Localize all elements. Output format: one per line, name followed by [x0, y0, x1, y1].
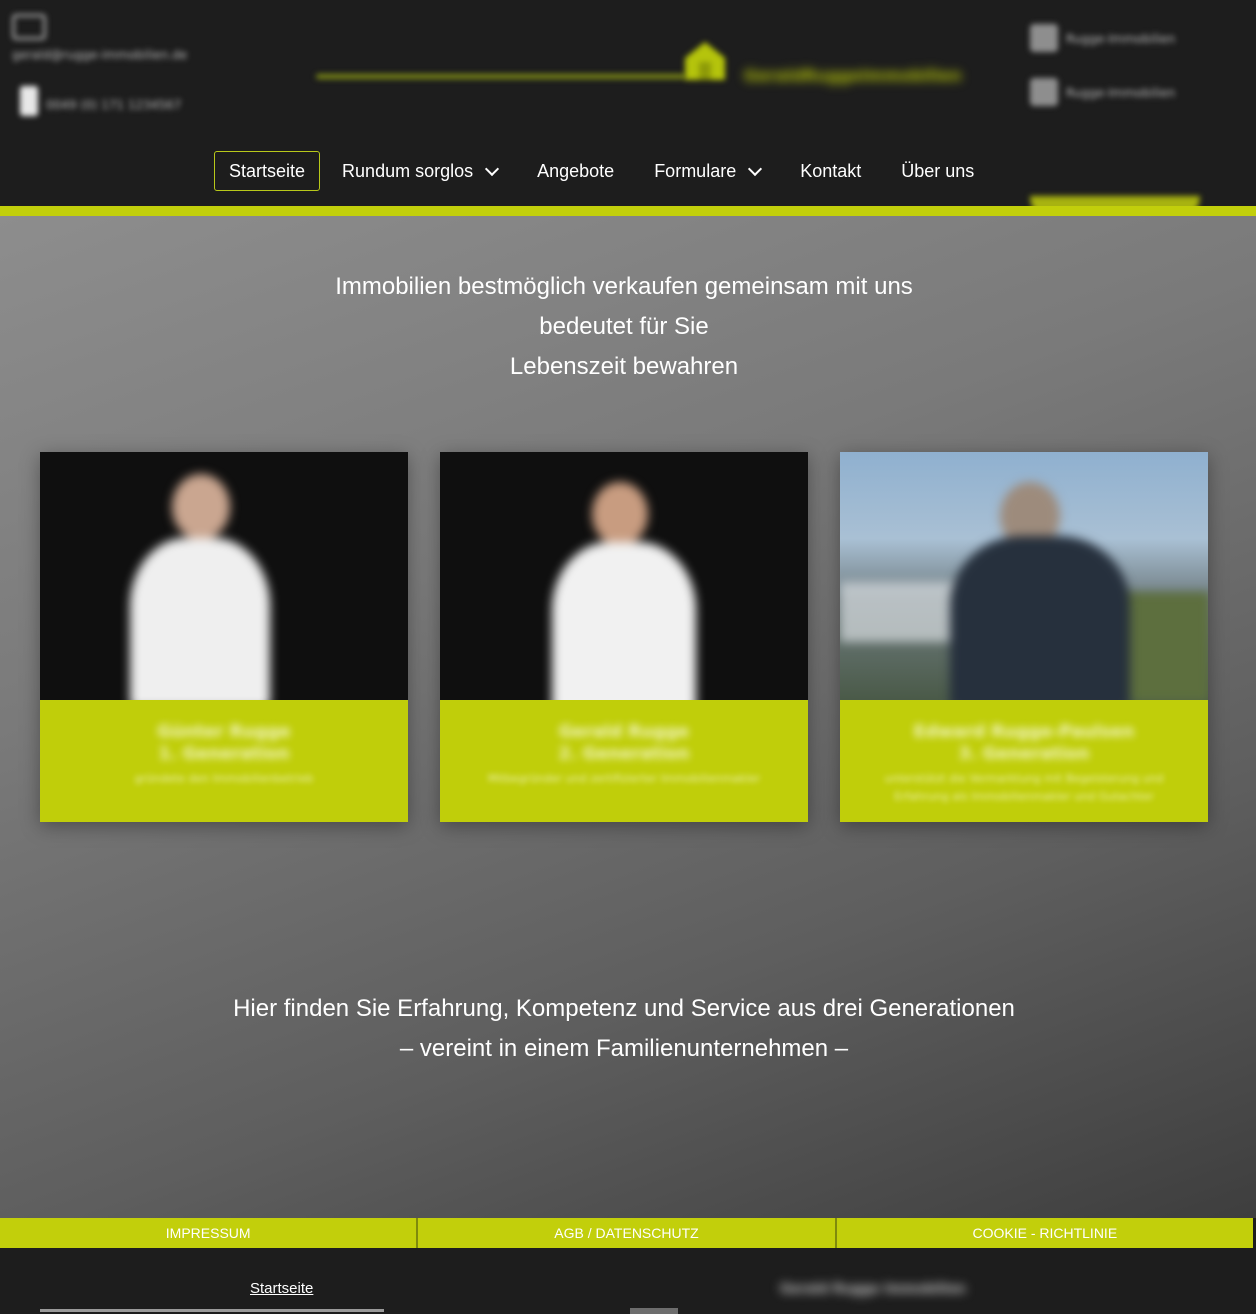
house-logo-icon[interactable]	[683, 40, 727, 82]
team-card[interactable]: Günter Rugge 1. Generation gründete den …	[40, 452, 408, 822]
team-caption: Gerald Rugge 2. Generation Mitbegründer …	[440, 700, 808, 822]
nav-label: Angebote	[537, 161, 615, 181]
footer-link-cookie-richtlinie[interactable]: COOKIE - RICHTLINIE	[837, 1218, 1253, 1248]
team-role: unterstützt die Vermarktung mit Begeiste…	[884, 772, 1164, 803]
person-figure	[930, 452, 1160, 700]
footer-decoration	[630, 1308, 678, 1314]
logo-text[interactable]: GeraldRuggeImmobilien	[744, 66, 962, 85]
team-photo	[440, 452, 808, 700]
torso	[130, 538, 270, 700]
head	[592, 482, 648, 546]
nav-item-formulare[interactable]: Formulare	[636, 151, 778, 191]
team-caption: Edward Rugge-Paulsen 3. Generation unter…	[840, 700, 1208, 822]
team-generation: 1. Generation	[158, 744, 290, 764]
footer-divider	[40, 1309, 384, 1312]
nav-item-rundum-sorglos[interactable]: Rundum sorglos	[324, 151, 515, 191]
instagram-link[interactable]: Rugge-Immobilien	[1030, 78, 1230, 108]
mail-icon	[12, 14, 46, 40]
facebook-label: Rugge-Immobilien	[1066, 32, 1176, 46]
phone-icon	[20, 86, 38, 116]
nav-label: Startseite	[229, 161, 306, 181]
nav-item-startseite[interactable]: Startseite	[214, 151, 321, 191]
logo-line	[316, 74, 686, 79]
team-card[interactable]: Edward Rugge-Paulsen 3. Generation unter…	[840, 452, 1208, 822]
torso	[552, 542, 696, 700]
nav-item-angebote[interactable]: Angebote	[519, 151, 632, 191]
accent-bar	[0, 206, 1256, 216]
nav-label: Kontakt	[800, 161, 862, 181]
torso	[950, 536, 1130, 700]
headline-line: bedeutet für Sie	[539, 313, 709, 340]
nav-label: Über uns	[901, 161, 975, 181]
team-generation: 3. Generation	[958, 744, 1090, 764]
head	[172, 474, 230, 540]
team-photo	[840, 452, 1208, 700]
team-name: Edward Rugge-Paulsen	[913, 722, 1135, 742]
instagram-label: Rugge-Immobilien	[1066, 86, 1176, 100]
facebook-icon	[1030, 24, 1058, 52]
team-name: Gerald Rugge	[558, 722, 690, 742]
hero-section: Immobilien bestmöglich verkaufen gemeins…	[0, 216, 1256, 1218]
footer-bottom: Startseite Gerald Rugge Immobilien	[0, 1248, 1256, 1314]
hero-subheadline: Hier finden Sie Erfahrung, Kompetenz und…	[0, 989, 1248, 1069]
nav-item-kontakt[interactable]: Kontakt	[782, 151, 879, 191]
hero-headline: Immobilien bestmöglich verkaufen gemeins…	[0, 267, 1248, 387]
team-photo	[40, 452, 408, 700]
team-role: gründete den Immobilienbetrieb	[134, 772, 314, 785]
footer-link-agb-datenschutz[interactable]: AGB / DATENSCHUTZ	[418, 1218, 837, 1248]
chevron-down-icon	[748, 161, 763, 176]
team-card[interactable]: Gerald Rugge 2. Generation Mitbegründer …	[440, 452, 808, 822]
person-figure	[110, 452, 310, 700]
subheadline-line: Hier finden Sie Erfahrung, Kompetenz und…	[233, 995, 1015, 1022]
team-name: Günter Rugge	[157, 722, 291, 742]
subheadline-line: – vereint in einem Familienunternehmen –	[399, 1035, 849, 1062]
instagram-icon	[1030, 78, 1058, 106]
nav-item-ueber-uns[interactable]: Über uns	[883, 151, 992, 191]
contact-phone[interactable]: 0049 (0) 171 1234567	[46, 98, 181, 112]
footer-brand: Gerald Rugge Immobilien	[780, 1282, 966, 1297]
person-figure	[530, 452, 730, 700]
chevron-down-icon	[485, 161, 500, 176]
site-header: gerald@rugge-immobilien.de 0049 (0) 171 …	[0, 0, 1256, 206]
nav-label: Formulare	[654, 161, 737, 181]
headline-line: Lebenszeit bewahren	[509, 353, 739, 380]
team-role: Mitbegründer und zertifizierter Immobili…	[487, 772, 761, 785]
team-generation: 2. Generation	[558, 744, 690, 764]
facebook-link[interactable]: Rugge-Immobilien	[1030, 24, 1230, 54]
footer-startseite-link[interactable]: Startseite	[250, 1280, 313, 1297]
nav-label: Rundum sorglos	[342, 161, 474, 181]
footer-link-bar: IMPRESSUM AGB / DATENSCHUTZ COOKIE - RIC…	[0, 1218, 1253, 1248]
footer-link-impressum[interactable]: IMPRESSUM	[0, 1218, 419, 1248]
main-nav: Startseite Rundum sorglos Angebote Formu…	[214, 150, 996, 192]
team-caption: Günter Rugge 1. Generation gründete den …	[40, 700, 408, 822]
contact-email[interactable]: gerald@rugge-immobilien.de	[12, 48, 187, 62]
headline-line: Immobilien bestmöglich verkaufen gemeins…	[335, 273, 913, 300]
